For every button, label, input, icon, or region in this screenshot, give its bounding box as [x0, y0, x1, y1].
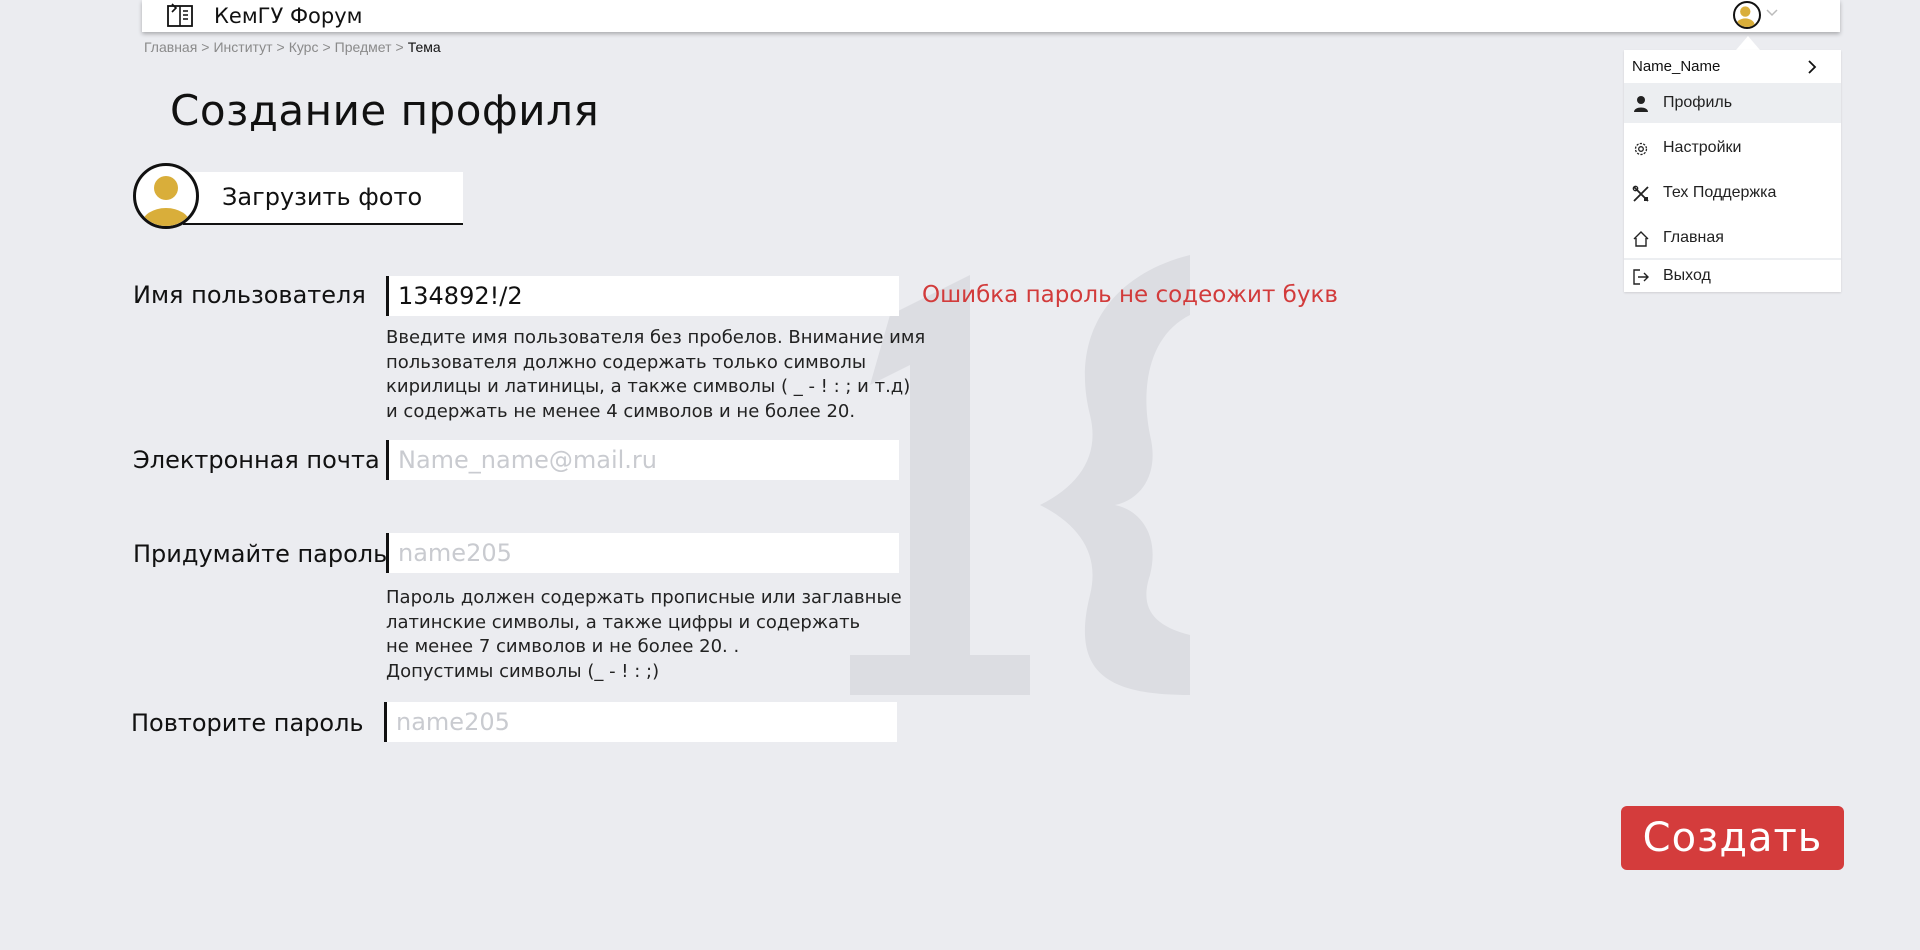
user-menu: Name_Name Профиль Настройки Тех Поддержк…	[1624, 50, 1841, 292]
menu-item-profile[interactable]: Профиль	[1624, 83, 1841, 123]
email-input[interactable]: Name_name@mail.ru	[386, 440, 899, 480]
menu-divider	[1624, 258, 1841, 260]
chevron-down-icon[interactable]	[1765, 8, 1779, 18]
email-label: Электронная почта	[133, 446, 380, 474]
menu-item-home[interactable]: Главная	[1624, 218, 1841, 258]
home-icon	[1633, 231, 1649, 247]
breadcrumb-item-course[interactable]: Курс	[289, 39, 319, 55]
tools-icon	[1632, 185, 1649, 202]
logout-icon	[1633, 269, 1649, 285]
username-label: Имя пользователя	[133, 281, 366, 309]
app-title[interactable]: КемГУ Форум	[214, 2, 362, 30]
username-hint: Введите имя пользователя без пробелов. В…	[386, 327, 926, 422]
chevron-right-icon[interactable]	[1806, 59, 1818, 75]
profile-avatar-icon[interactable]	[133, 163, 199, 229]
password-input[interactable]: name205	[386, 533, 899, 573]
password-repeat-label: Повторите пароль	[131, 709, 364, 737]
menu-username[interactable]: Name_Name	[1632, 58, 1720, 75]
username-input[interactable]: 134892!/2	[386, 276, 899, 316]
user-avatar-icon[interactable]	[1733, 1, 1761, 29]
upload-photo-label[interactable]: Загрузить фото	[222, 183, 422, 211]
breadcrumb-item-home[interactable]: Главная	[144, 39, 197, 55]
breadcrumb-item-institute[interactable]: Институт	[213, 39, 272, 55]
breadcrumb-item-topic: Тема	[407, 39, 441, 55]
person-icon	[1634, 96, 1648, 112]
menu-caret	[1736, 36, 1760, 50]
top-bar: КемГУ Форум	[142, 0, 1840, 32]
breadcrumb-item-subject[interactable]: Предмет	[335, 39, 392, 55]
password-hint: Пароль должен содержать прописные или за…	[386, 587, 902, 682]
password-repeat-input[interactable]: name205	[384, 702, 897, 742]
password-label: Придумайте пароль	[133, 540, 388, 568]
gear-icon	[1634, 142, 1648, 156]
menu-item-settings[interactable]: Настройки	[1624, 128, 1841, 168]
breadcrumb: Главная > Институт > Курс > Предмет > Тема	[144, 39, 441, 55]
book-logo-icon[interactable]	[166, 2, 194, 28]
menu-item-support[interactable]: Тех Поддержка	[1624, 173, 1841, 213]
create-button[interactable]: Создать	[1621, 806, 1844, 870]
menu-item-logout[interactable]: Выход	[1624, 263, 1841, 292]
username-error: Ошибка пароль не содеожит букв	[922, 282, 1338, 308]
page-title: Создание профиля	[170, 86, 600, 135]
